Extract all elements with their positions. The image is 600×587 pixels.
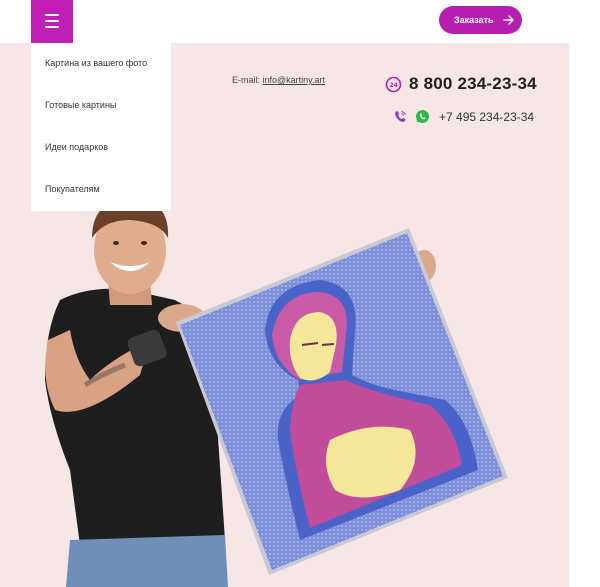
phone-secondary-number[interactable]: +7 495 234-23-34 — [439, 110, 534, 124]
hamburger-line — [45, 26, 59, 28]
whatsapp-icon[interactable] — [415, 109, 430, 124]
menu-item-customers[interactable]: Покупателям — [45, 184, 100, 194]
hamburger-line — [45, 14, 59, 16]
menu-item-ready-paintings[interactable]: Готовые картины — [45, 100, 116, 110]
phone-main-number[interactable]: 8 800 234-23-34 — [409, 74, 537, 94]
phone-secondary: +7 495 234-23-34 — [393, 109, 534, 124]
svg-text:24: 24 — [389, 82, 397, 89]
page: Заказать Картина из вашего фото Готовые … — [0, 0, 600, 587]
viber-icon[interactable] — [393, 109, 408, 124]
email-label: E-mail: — [232, 75, 261, 85]
nav-menu: Картина из вашего фото Готовые картины И… — [31, 43, 171, 211]
phone-24h-icon: 24 — [385, 76, 402, 92]
email-block: E-mail: info@kartiny.art — [232, 75, 325, 85]
hero-image — [45, 205, 508, 587]
right-gutter — [569, 43, 600, 587]
menu-item-gift-ideas[interactable]: Идеи подарков — [45, 142, 108, 152]
hamburger-icon[interactable] — [31, 0, 73, 43]
menu-item-photo-painting[interactable]: Картина из вашего фото — [45, 58, 147, 68]
email-link[interactable]: info@kartiny.art — [263, 75, 326, 85]
order-button-label: Заказать — [454, 15, 494, 25]
arrow-right-icon — [502, 15, 514, 25]
header: Заказать — [0, 0, 600, 43]
order-button[interactable]: Заказать — [439, 6, 522, 34]
hamburger-line — [45, 20, 59, 22]
phone-main: 24 8 800 234-23-34 — [385, 74, 537, 94]
